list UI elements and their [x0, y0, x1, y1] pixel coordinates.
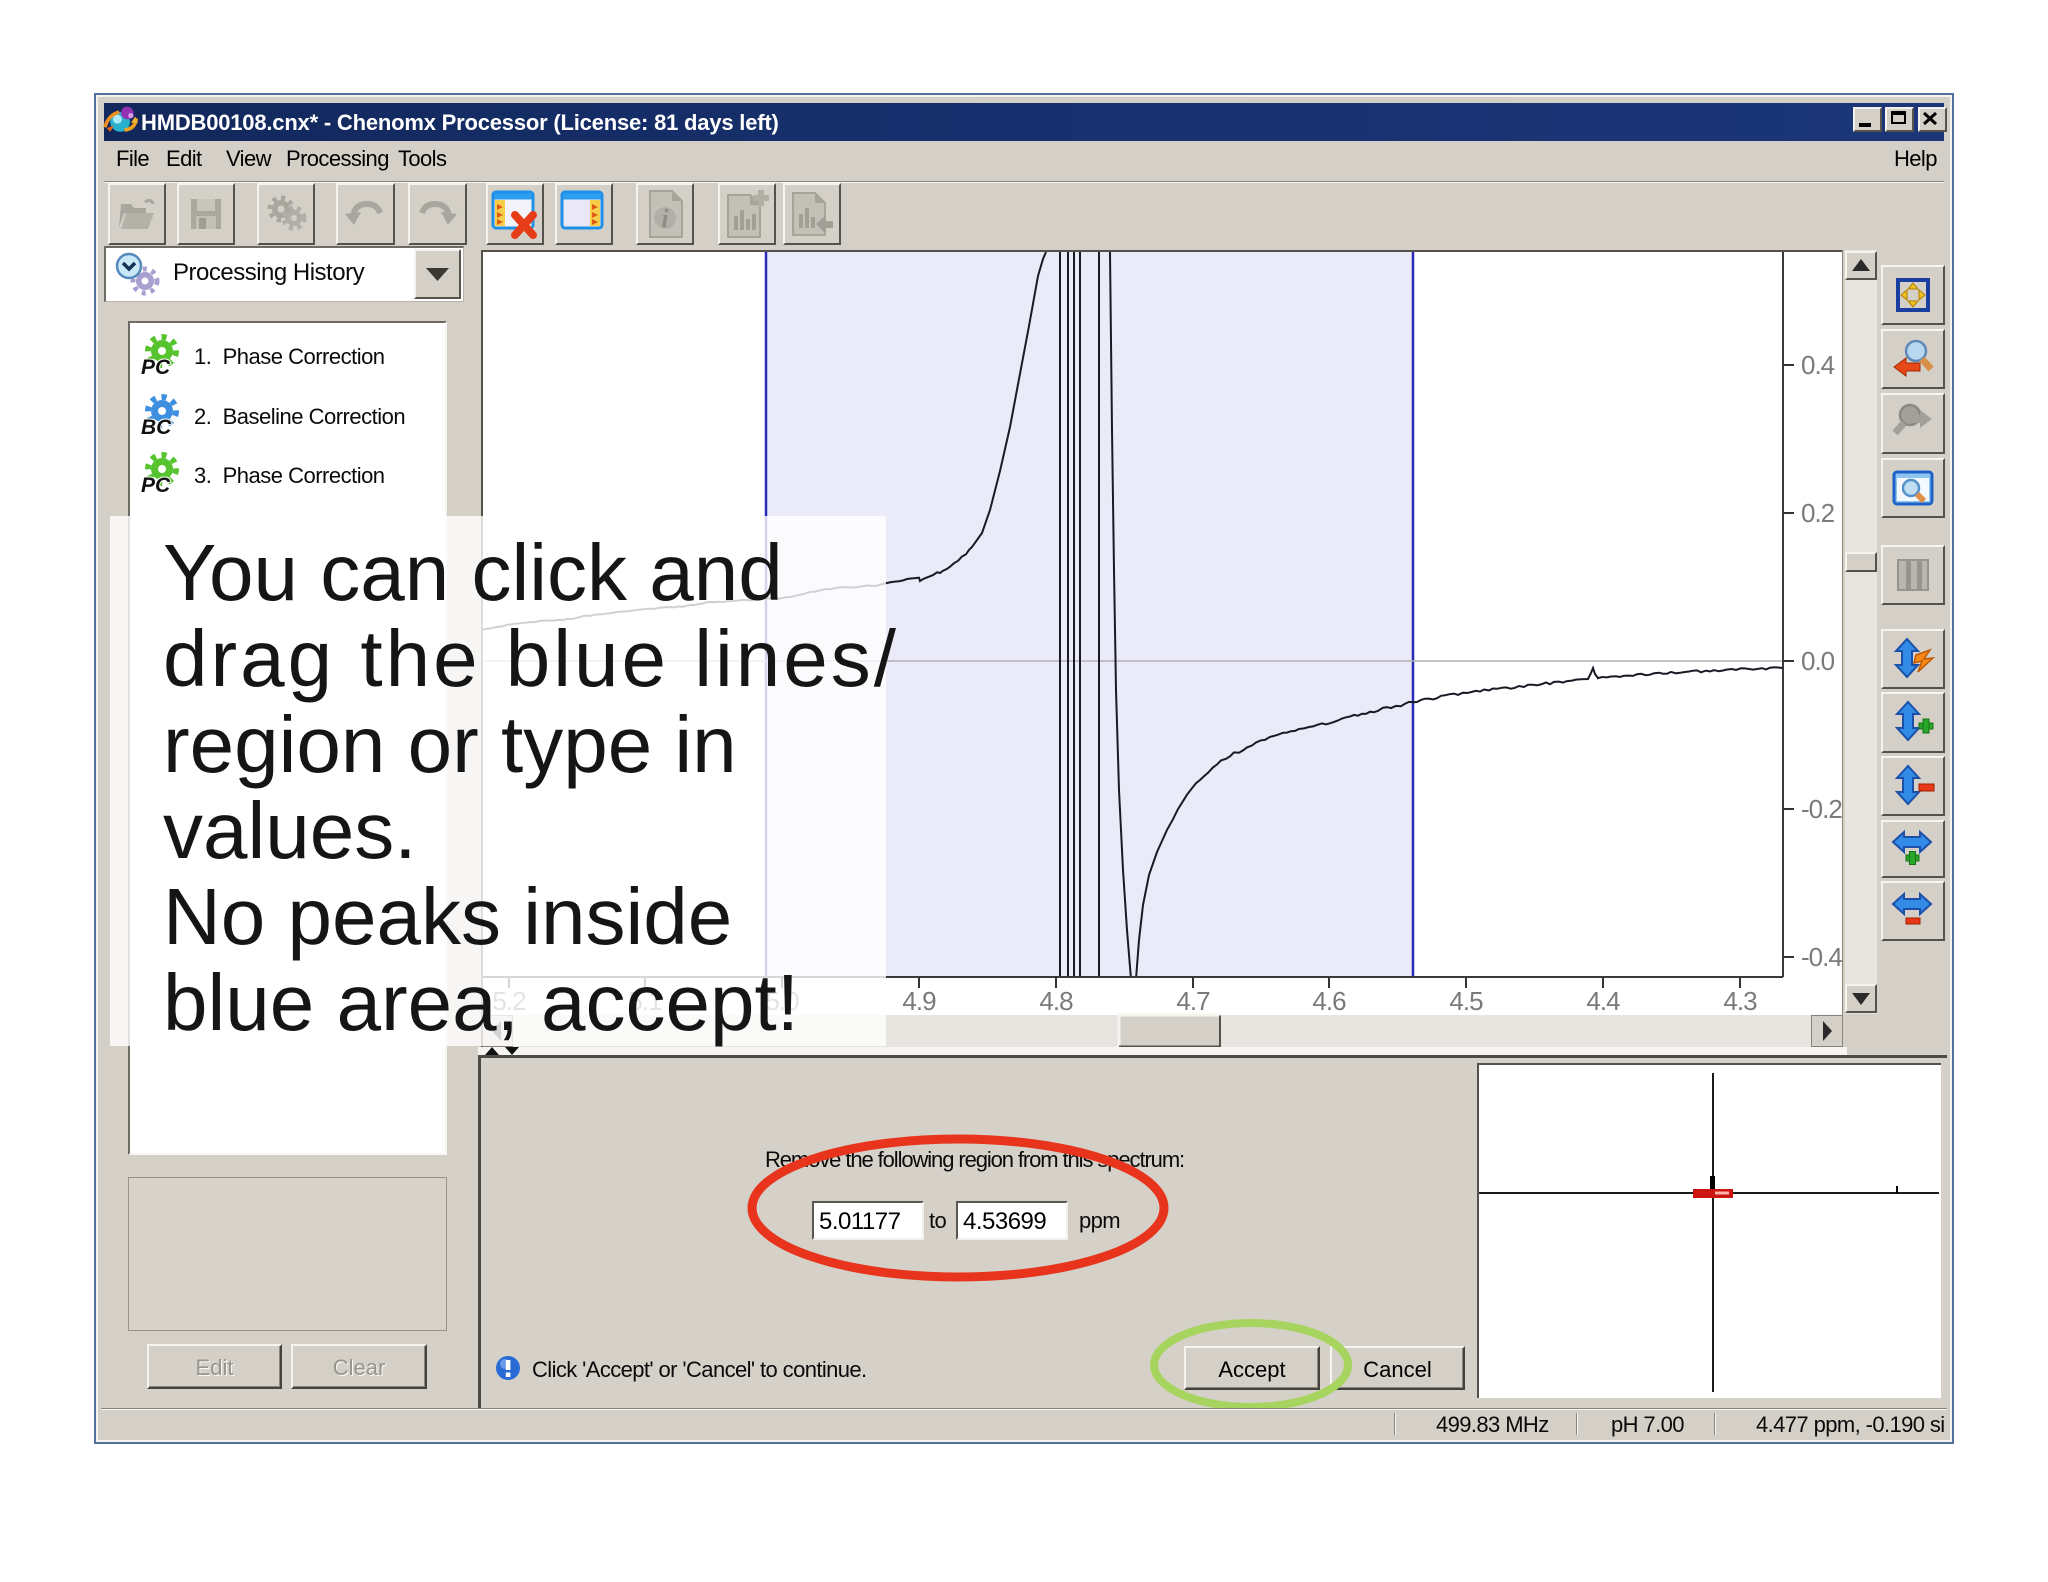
svg-text:4.9: 4.9	[902, 986, 936, 1016]
svg-text:PC: PC	[141, 356, 171, 377]
svg-text:4.4: 4.4	[1586, 986, 1620, 1016]
svg-text:0.4: 0.4	[1801, 350, 1835, 380]
svg-text:PC: PC	[141, 474, 171, 495]
svg-text:0.2: 0.2	[1801, 498, 1835, 528]
svg-text:0.0: 0.0	[1801, 646, 1835, 676]
svg-text:-0.2: -0.2	[1801, 794, 1842, 824]
svg-text:4.7: 4.7	[1176, 986, 1210, 1016]
svg-text:-0.4: -0.4	[1801, 942, 1842, 972]
svg-text:4.6: 4.6	[1312, 986, 1346, 1016]
svg-text:4.8: 4.8	[1039, 986, 1073, 1016]
svg-text:i: i	[661, 204, 669, 233]
svg-text:4.5: 4.5	[1449, 986, 1483, 1016]
svg-text:4.3: 4.3	[1723, 986, 1757, 1016]
svg-text:BC: BC	[141, 416, 172, 437]
